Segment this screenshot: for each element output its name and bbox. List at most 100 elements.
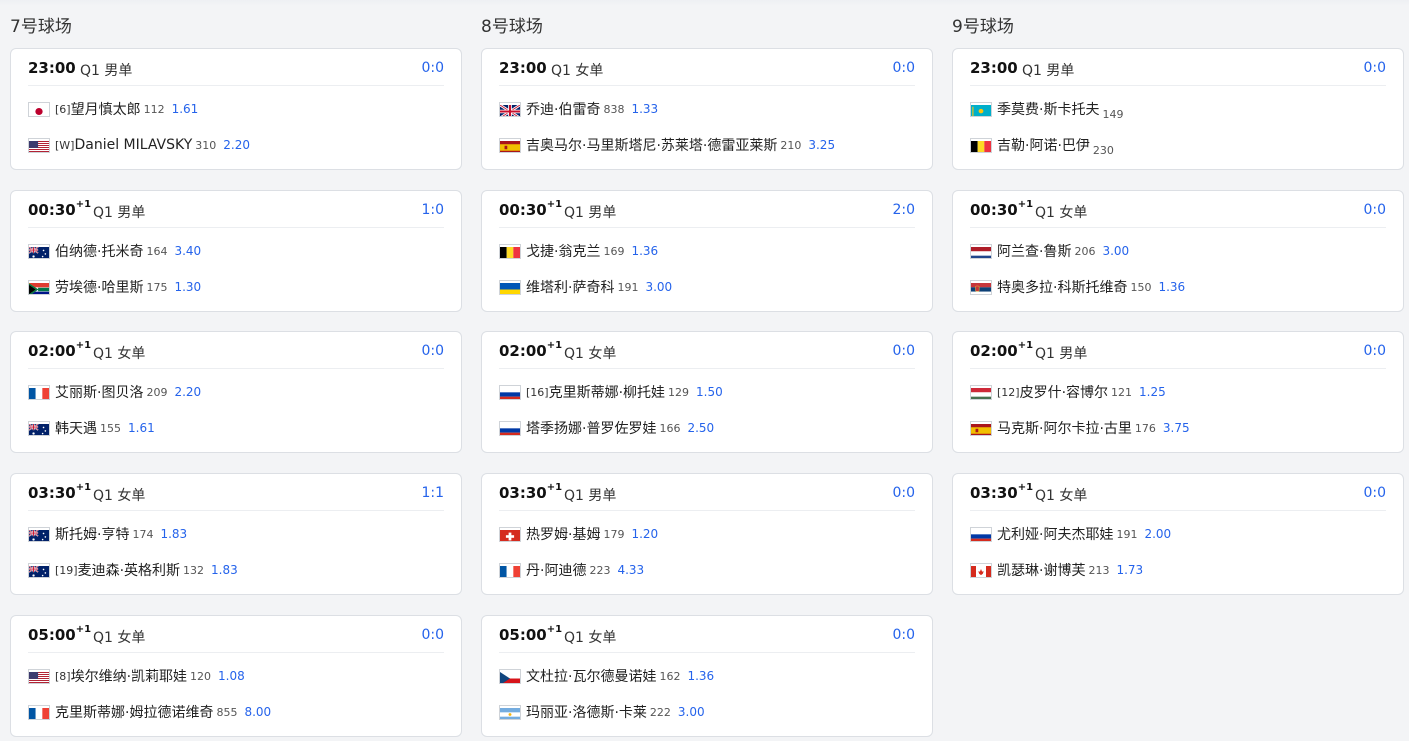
match-card[interactable]: 02:00+1 Q1 女单 0:0 艾丽斯·图贝洛 209 2.20 韩天遇 155 1.61: [10, 331, 462, 453]
player-odds[interactable]: 3.00: [678, 705, 705, 719]
player-name[interactable]: 斯托姆·亨特: [55, 524, 129, 544]
player-odds[interactable]: 2.20: [223, 138, 250, 152]
player-name[interactable]: 马克斯·阿尔卡拉·古里: [997, 418, 1132, 438]
match-card[interactable]: 05:00+1 Q1 女单 0:0 [8] 埃尔维纳·凯莉耶娃 120 1.08 克里斯蒂娜·…: [10, 615, 462, 737]
player-odds[interactable]: 3.40: [174, 244, 201, 258]
player-name[interactable]: 乔迪·伯雷奇: [526, 99, 600, 119]
match-score[interactable]: 2:0: [892, 202, 915, 218]
player-name[interactable]: 尤利娅·阿夫杰耶娃: [997, 524, 1113, 544]
match-card[interactable]: 23:00 Q1 男单 0:0 季莫费·斯卡托夫 149 吉勒·阿诺·巴伊 230: [952, 48, 1404, 170]
player-name[interactable]: 热罗姆·基姆: [526, 524, 600, 544]
player-name[interactable]: 麦迪森·英格利斯: [78, 560, 180, 580]
player-odds[interactable]: 1.25: [1139, 385, 1166, 399]
match-card[interactable]: 05:00+1 Q1 女单 0:0 文杜拉·瓦尔德曼诺娃 162 1.36 玛丽亚·洛德斯·…: [481, 615, 933, 737]
match-card[interactable]: 03:30+1 Q1 女单 0:0 尤利娅·阿夫杰耶娃 191 2.00 凯瑟琳·谢博芙 21…: [952, 473, 1404, 595]
match-card[interactable]: 03:30+1 Q1 女单 1:1 斯托姆·亨特 174 1.83 [19] 麦迪森·英格利斯…: [10, 473, 462, 595]
player-row[interactable]: [W] Daniel MILAVSKY 310 2.20: [28, 135, 250, 155]
match-score[interactable]: 0:0: [421, 627, 444, 643]
player-row[interactable]: 艾丽斯·图贝洛 209 2.20: [28, 382, 201, 402]
player-row[interactable]: 吉奥马尔·马里斯塔尼·苏莱塔·德雷亚莱斯 210 3.25: [499, 135, 835, 155]
player-name[interactable]: 塔季扬娜·普罗佐罗娃: [526, 418, 656, 438]
player-row[interactable]: 阿兰查·鲁斯 206 3.00: [970, 241, 1129, 261]
player-name[interactable]: 季莫费·斯卡托夫: [997, 99, 1099, 119]
match-card[interactable]: 23:00 Q1 女单 0:0 乔迪·伯雷奇 838 1.33 吉奥马尔·马里斯塔尼·苏莱塔…: [481, 48, 933, 170]
player-odds[interactable]: 1.36: [631, 244, 658, 258]
match-score[interactable]: 1:1: [421, 485, 444, 501]
match-card[interactable]: 02:00+1 Q1 女单 0:0 [16] 克里斯蒂娜·柳托娃 129 1.50 塔季扬娜·…: [481, 331, 933, 453]
player-name[interactable]: 文杜拉·瓦尔德曼诺娃: [526, 666, 656, 686]
player-row[interactable]: 克里斯蒂娜·姆拉德诺维奇 855 8.00: [28, 702, 271, 722]
player-odds[interactable]: 1.08: [218, 669, 245, 683]
player-odds[interactable]: 3.00: [1102, 244, 1129, 258]
player-row[interactable]: [16] 克里斯蒂娜·柳托娃 129 1.50: [499, 382, 723, 402]
player-odds[interactable]: 8.00: [244, 705, 271, 719]
match-card[interactable]: 00:30+1 Q1 男单 2:0 戈捷·翁克兰 169 1.36 维塔利·萨奇科 191 3.…: [481, 190, 933, 312]
player-row[interactable]: 韩天遇 155 1.61: [28, 418, 155, 438]
player-name[interactable]: 伯纳德·托米奇: [55, 241, 143, 261]
match-score[interactable]: 1:0: [421, 202, 444, 218]
player-name[interactable]: 凯瑟琳·谢博芙: [997, 560, 1085, 580]
player-row[interactable]: 季莫费·斯卡托夫 149: [970, 99, 1123, 121]
player-row[interactable]: 维塔利·萨奇科 191 3.00: [499, 277, 672, 297]
match-score[interactable]: 0:0: [1363, 202, 1386, 218]
player-odds[interactable]: 2.50: [687, 421, 714, 435]
player-odds[interactable]: 2.00: [1144, 527, 1171, 541]
player-name[interactable]: 特奥多拉·科斯托维奇: [997, 277, 1127, 297]
player-odds[interactable]: 1.36: [687, 669, 714, 683]
player-name[interactable]: 韩天遇: [55, 418, 97, 438]
player-odds[interactable]: 2.20: [174, 385, 201, 399]
player-row[interactable]: 马克斯·阿尔卡拉·古里 176 3.75: [970, 418, 1190, 438]
player-odds[interactable]: 3.00: [645, 280, 672, 294]
player-odds[interactable]: 4.33: [617, 563, 644, 577]
player-row[interactable]: 丹·阿迪德 223 4.33: [499, 560, 644, 580]
player-row[interactable]: 塔季扬娜·普罗佐罗娃 166 2.50: [499, 418, 714, 438]
player-name[interactable]: 克里斯蒂娜·姆拉德诺维奇: [55, 702, 213, 722]
match-card[interactable]: 23:00 Q1 男单 0:0 [6] 望月慎太郎 112 1.61 [W] Daniel MI…: [10, 48, 462, 170]
match-score[interactable]: 0:0: [1363, 60, 1386, 76]
player-row[interactable]: [19] 麦迪森·英格利斯 132 1.83: [28, 560, 238, 580]
player-odds[interactable]: 1.61: [172, 102, 199, 116]
player-row[interactable]: 劳埃德·哈里斯 175 1.30: [28, 277, 201, 297]
match-score[interactable]: 0:0: [892, 60, 915, 76]
player-row[interactable]: 尤利娅·阿夫杰耶娃 191 2.00: [970, 524, 1171, 544]
player-odds[interactable]: 1.83: [211, 563, 238, 577]
player-odds[interactable]: 1.33: [631, 102, 658, 116]
player-name[interactable]: 戈捷·翁克兰: [526, 241, 600, 261]
player-row[interactable]: 特奥多拉·科斯托维奇 150 1.36: [970, 277, 1185, 297]
player-row[interactable]: 文杜拉·瓦尔德曼诺娃 162 1.36: [499, 666, 714, 686]
match-card[interactable]: 00:30+1 Q1 女单 0:0 阿兰查·鲁斯 206 3.00 特奥多拉·科斯托维奇 15…: [952, 190, 1404, 312]
player-odds[interactable]: 3.75: [1163, 421, 1190, 435]
player-name[interactable]: 吉奥马尔·马里斯塔尼·苏莱塔·德雷亚莱斯: [526, 135, 777, 155]
player-odds[interactable]: 1.30: [174, 280, 201, 294]
player-name[interactable]: 阿兰查·鲁斯: [997, 241, 1071, 261]
player-row[interactable]: 玛丽亚·洛德斯·卡莱 222 3.00: [499, 702, 705, 722]
player-row[interactable]: 乔迪·伯雷奇 838 1.33: [499, 99, 658, 119]
player-odds[interactable]: 1.36: [1158, 280, 1185, 294]
player-row[interactable]: 吉勒·阿诺·巴伊 230: [970, 135, 1114, 157]
match-score[interactable]: 0:0: [892, 343, 915, 359]
match-score[interactable]: 0:0: [892, 627, 915, 643]
player-name[interactable]: 吉勒·阿诺·巴伊: [997, 135, 1090, 155]
player-name[interactable]: 望月慎太郎: [71, 99, 141, 119]
player-row[interactable]: [12] 皮罗什·容博尔 121 1.25: [970, 382, 1166, 402]
player-row[interactable]: 戈捷·翁克兰 169 1.36: [499, 241, 658, 261]
match-score[interactable]: 0:0: [421, 343, 444, 359]
player-row[interactable]: 伯纳德·托米奇 164 3.40: [28, 241, 201, 261]
player-row[interactable]: 凯瑟琳·谢博芙 213 1.73: [970, 560, 1143, 580]
player-row[interactable]: 斯托姆·亨特 174 1.83: [28, 524, 187, 544]
player-name[interactable]: 克里斯蒂娜·柳托娃: [549, 382, 665, 402]
match-score[interactable]: 0:0: [421, 60, 444, 76]
player-name[interactable]: 埃尔维纳·凯莉耶娃: [71, 666, 187, 686]
player-name[interactable]: 艾丽斯·图贝洛: [55, 382, 143, 402]
player-row[interactable]: 热罗姆·基姆 179 1.20: [499, 524, 658, 544]
match-score[interactable]: 0:0: [1363, 343, 1386, 359]
player-name[interactable]: 丹·阿迪德: [526, 560, 586, 580]
match-score[interactable]: 0:0: [892, 485, 915, 501]
player-name[interactable]: 维塔利·萨奇科: [526, 277, 614, 297]
player-row[interactable]: [8] 埃尔维纳·凯莉耶娃 120 1.08: [28, 666, 245, 686]
match-score[interactable]: 0:0: [1363, 485, 1386, 501]
player-odds[interactable]: 1.61: [128, 421, 155, 435]
match-card[interactable]: 03:30+1 Q1 男单 0:0 热罗姆·基姆 179 1.20 丹·阿迪德 223 4.33: [481, 473, 933, 595]
player-name[interactable]: Daniel MILAVSKY: [74, 137, 192, 153]
player-odds[interactable]: 1.50: [696, 385, 723, 399]
